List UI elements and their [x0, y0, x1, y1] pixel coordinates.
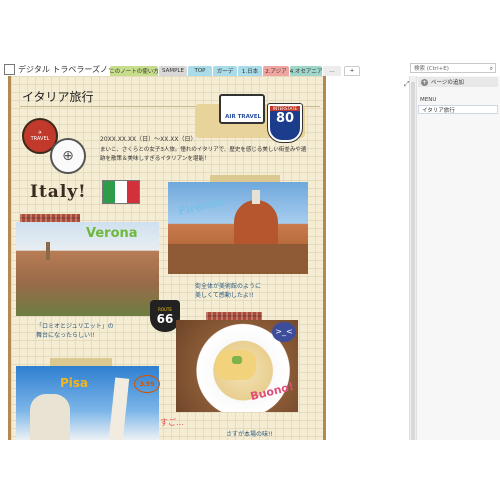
- duomo-lantern: [252, 190, 260, 204]
- search-input[interactable]: 検索 (Ctrl+E) ⌕: [410, 63, 496, 73]
- duomo-dome: [234, 200, 278, 250]
- tab-more[interactable]: …: [323, 66, 341, 76]
- flag-stripe-white: [115, 181, 127, 203]
- page-title[interactable]: イタリア旅行: [22, 88, 94, 105]
- tab-how-to-use[interactable]: このノートの使い方: [109, 66, 159, 76]
- sugoi-note: すご…: [160, 418, 184, 427]
- plus-icon: +: [421, 78, 428, 86]
- smiley-sticker: >_<: [272, 322, 296, 342]
- top-blank-area: [0, 0, 500, 62]
- city-rooftops: [168, 244, 308, 274]
- add-section-button[interactable]: +: [344, 66, 360, 76]
- scrollbar-thumb[interactable]: [411, 82, 415, 442]
- price-tag: 3.99: [134, 375, 160, 393]
- tab-guide[interactable]: ガーデ: [213, 66, 237, 76]
- air-travel-label: AIR TRAVEL: [225, 114, 261, 120]
- trip-description: まいこ、さくらとの女子3人旅。憧れのイタリアで、歴史を感じる美しい街並みや遺跡を…: [100, 147, 307, 162]
- verona-label: Verona: [86, 226, 138, 241]
- tab-top[interactable]: TOP: [188, 66, 212, 76]
- travel-badge-label: TRAVEL: [30, 136, 50, 142]
- cathedral: [30, 394, 70, 440]
- bottom-blank-area: [0, 440, 500, 500]
- route-number: 66: [156, 311, 174, 326]
- tab-japan[interactable]: 1.日本: [238, 66, 262, 76]
- italy-flag: [102, 180, 140, 204]
- verona-note: 「ロミオとジュリエット」の 舞台になったらしい!!: [36, 323, 114, 339]
- greens: [232, 356, 242, 364]
- interstate-sign: INTERSTATE 80: [267, 103, 303, 143]
- saigo-note: さすが本場の味!!: [226, 431, 273, 438]
- globe-icon: ⊕: [62, 148, 74, 164]
- notebook-icon: [4, 63, 15, 75]
- pasta: [216, 350, 256, 380]
- page-list-item[interactable]: イタリア旅行: [418, 105, 498, 114]
- air-travel-sticker: AIR TRAVEL: [219, 94, 265, 124]
- interstate-number: 80: [275, 111, 295, 126]
- menu-label: MENU: [420, 97, 437, 103]
- flag-stripe-green: [103, 181, 115, 203]
- search-icon[interactable]: ⌕: [490, 65, 493, 73]
- notebook-title-label: デジタル トラベラーズノート: [18, 64, 124, 74]
- pisa-label: Pisa: [60, 376, 89, 390]
- trip-dates: 20XX.XX.XX（日）～XX.XX（日）: [100, 136, 197, 143]
- tab-oceania[interactable]: 4.オセアニア: [290, 66, 322, 76]
- flag-stripe-red: [127, 181, 139, 203]
- tab-asia[interactable]: 2.アジア: [263, 66, 289, 76]
- firenze-photo[interactable]: [168, 182, 308, 274]
- verona-tower: [46, 242, 50, 260]
- add-page-label: ページの追加: [431, 80, 464, 86]
- leaning-tower: [108, 377, 130, 440]
- add-page-button[interactable]: + ページの追加: [418, 77, 498, 87]
- search-placeholder: 検索 (Ctrl+E): [414, 66, 449, 72]
- page-list-panel: [416, 76, 500, 440]
- vertical-scrollbar[interactable]: [409, 76, 416, 442]
- firenze-note: 街全体が美術館のように 美しくて感動したよ!!: [195, 283, 262, 299]
- globe-badge: ⊕: [50, 138, 86, 174]
- italy-heading: Italy!: [30, 182, 87, 202]
- tab-sample[interactable]: SAMPLE: [159, 66, 187, 76]
